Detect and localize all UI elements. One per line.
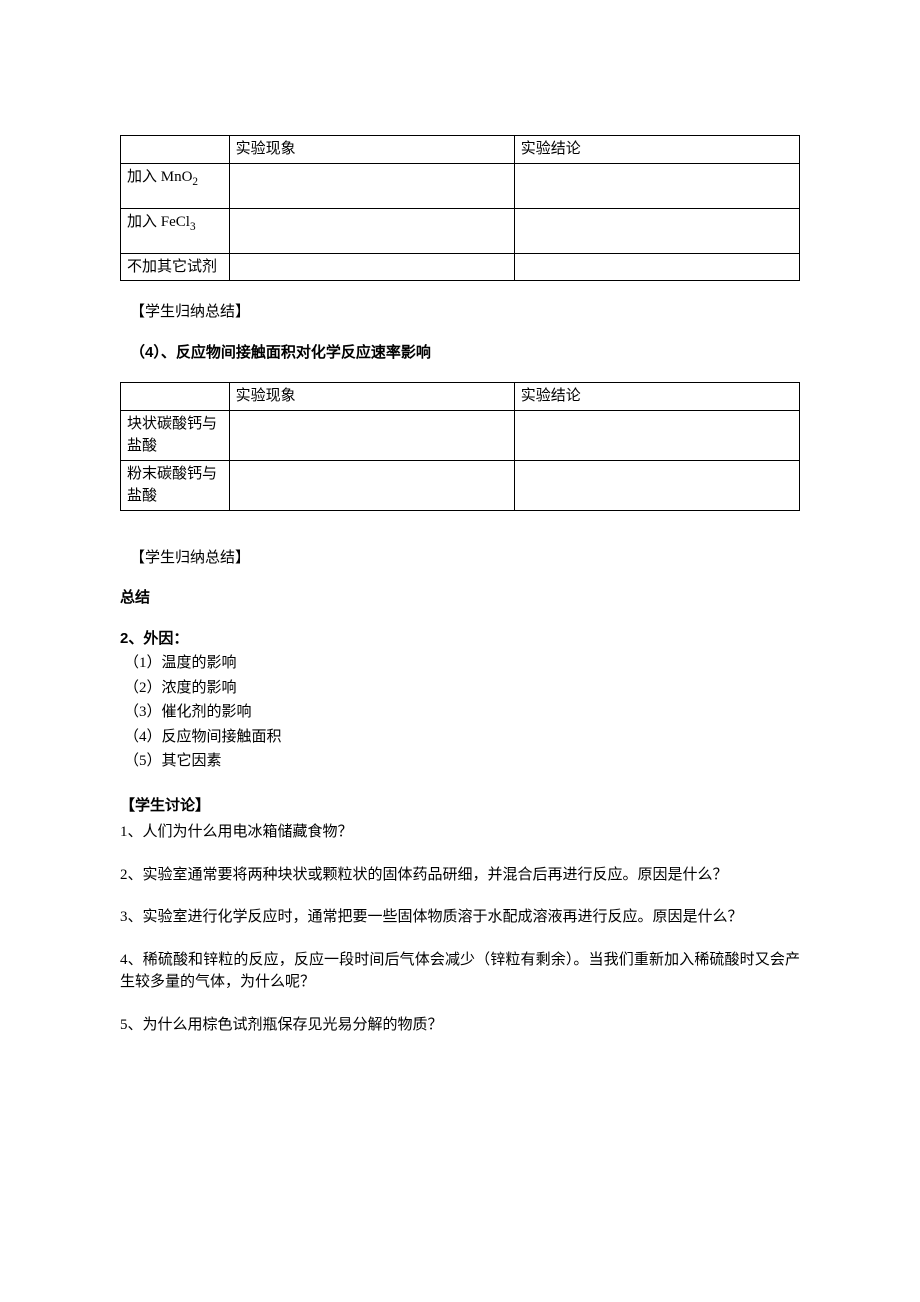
table-cell-label: 块状碳酸钙与盐酸 xyxy=(121,410,230,460)
document-page: 实验现象 实验结论 加入 MnO2 加入 FeCl3 不加其它试剂 【学生归纳总… xyxy=(0,0,920,1116)
table-cell-label: 加入 MnO2 xyxy=(121,163,230,208)
table-header-conclusion: 实验结论 xyxy=(514,383,799,411)
table-cell-empty xyxy=(514,208,799,253)
summary-heading: 总结 xyxy=(120,587,800,610)
table-header-phenomenon: 实验现象 xyxy=(229,383,514,411)
label-text: 加入 FeCl xyxy=(127,214,190,230)
discussion-question: 4、稀硫酸和锌粒的反应，反应一段时间后气体会减少（锌粒有剩余）。当我们重新加入稀… xyxy=(120,949,800,994)
table-cell-label: 加入 FeCl3 xyxy=(121,208,230,253)
experiment-table-1: 实验现象 实验结论 加入 MnO2 加入 FeCl3 不加其它试剂 xyxy=(120,135,800,281)
discussion-question: 1、人们为什么用电冰箱储藏食物？ xyxy=(120,821,800,844)
table-header-blank xyxy=(121,383,230,411)
discussion-question: 5、为什么用棕色试剂瓶保存见光易分解的物质？ xyxy=(120,1014,800,1037)
table-cell-label: 粉末碳酸钙与盐酸 xyxy=(121,460,230,510)
list-item: （4）反应物间接触面积 xyxy=(124,726,800,749)
label-text: 加入 MnO xyxy=(127,169,192,185)
table-row: 加入 FeCl3 xyxy=(121,208,800,253)
list-item: （3）催化剂的影响 xyxy=(124,701,800,724)
table-row: 不加其它试剂 xyxy=(121,253,800,281)
table-row: 块状碳酸钙与盐酸 xyxy=(121,410,800,460)
subscript: 2 xyxy=(192,176,198,188)
list-item: （1）温度的影响 xyxy=(124,652,800,675)
table-cell-empty xyxy=(229,163,514,208)
external-factors-heading: 2、外因： xyxy=(120,628,800,651)
table-cell-empty xyxy=(229,208,514,253)
table-cell-label: 不加其它试剂 xyxy=(121,253,230,281)
subscript: 3 xyxy=(190,221,196,233)
discussion-question: 3、实验室进行化学反应时，通常把要一些固体物质溶于水配成溶液再进行反应。原因是什… xyxy=(120,906,800,929)
table-cell-empty xyxy=(229,253,514,281)
list-item: （5）其它因素 xyxy=(124,750,800,773)
student-summary-label: 【学生归纳总结】 xyxy=(130,301,800,324)
table-cell-empty xyxy=(514,410,799,460)
list-item: （2）浓度的影响 xyxy=(124,677,800,700)
section-heading-4: （4）、反应物间接触面积对化学反应速率影响 xyxy=(130,342,800,365)
table-cell-empty xyxy=(229,460,514,510)
student-summary-label-2: 【学生归纳总结】 xyxy=(130,547,800,570)
table-cell-empty xyxy=(514,253,799,281)
table-row: 加入 MnO2 xyxy=(121,163,800,208)
experiment-table-2: 实验现象 实验结论 块状碳酸钙与盐酸 粉末碳酸钙与盐酸 xyxy=(120,382,800,511)
table-row: 实验现象 实验结论 xyxy=(121,383,800,411)
table-cell-empty xyxy=(514,460,799,510)
table-row: 实验现象 实验结论 xyxy=(121,136,800,164)
table-cell-empty xyxy=(514,163,799,208)
table-header-phenomenon: 实验现象 xyxy=(229,136,514,164)
table-cell-empty xyxy=(229,410,514,460)
discussion-question: 2、实验室通常要将两种块状或颗粒状的固体药品研细，并混合后再进行反应。原因是什么… xyxy=(120,864,800,887)
table-row: 粉末碳酸钙与盐酸 xyxy=(121,460,800,510)
table-header-conclusion: 实验结论 xyxy=(514,136,799,164)
table-header-blank xyxy=(121,136,230,164)
student-discussion-heading: 【学生讨论】 xyxy=(120,795,800,818)
